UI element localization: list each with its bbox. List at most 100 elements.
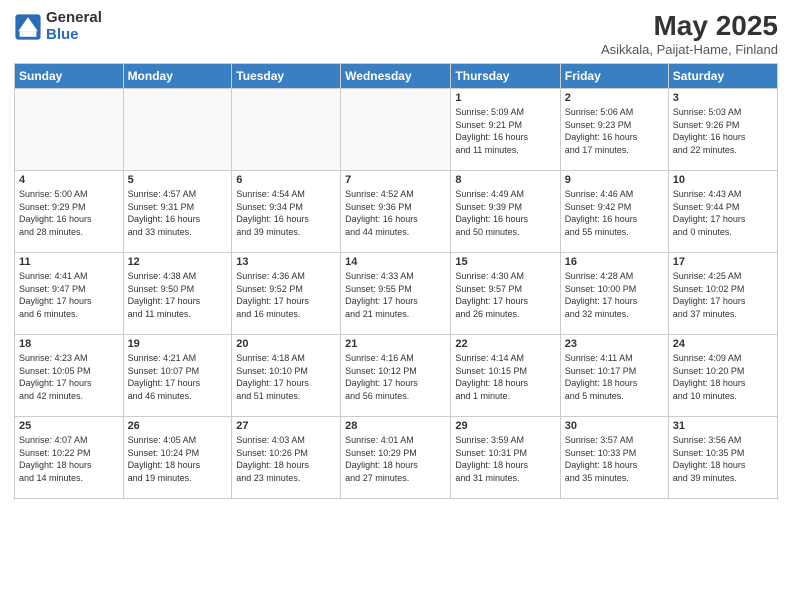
day-cell: 7 Sunrise: 4:52 AM Sunset: 9:36 PM Daylig…	[341, 171, 451, 253]
day-number: 21	[345, 338, 446, 350]
day-number: 10	[673, 174, 773, 186]
day-cell: 26Sunrise: 4:05 AM Sunset: 10:24 PM Dayl…	[123, 417, 232, 499]
header-row: Sunday Monday Tuesday Wednesday Thursday…	[15, 64, 778, 89]
day-cell: 31Sunrise: 3:56 AM Sunset: 10:35 PM Dayl…	[668, 417, 777, 499]
main-title: May 2025	[601, 10, 778, 42]
day-number: 14	[345, 256, 446, 268]
day-number: 28	[345, 420, 446, 432]
day-number: 18	[19, 338, 119, 350]
day-cell: 27 Sunrise: 4:03 AM Sunset: 10:26 PM Dayl…	[232, 417, 341, 499]
day-number: 1	[455, 92, 555, 104]
day-cell: 4 Sunrise: 5:00 AM Sunset: 9:29 PM Daylig…	[15, 171, 124, 253]
day-cell: 29Sunrise: 3:59 AM Sunset: 10:31 PM Dayl…	[451, 417, 560, 499]
day-cell	[232, 89, 341, 171]
calendar-header: Sunday Monday Tuesday Wednesday Thursday…	[15, 64, 778, 89]
day-info: Sunrise: 4:23 AM Sunset: 10:05 PM Daylig…	[19, 352, 119, 402]
day-info: Sunrise: 4:30 AM Sunset: 9:57 PM Dayligh…	[455, 270, 555, 320]
day-cell: 6Sunrise: 4:54 AM Sunset: 9:34 PM Daylig…	[232, 171, 341, 253]
day-number: 30	[565, 420, 664, 432]
day-info: Sunrise: 4:18 AM Sunset: 10:10 PM Daylig…	[236, 352, 336, 402]
week-row-1: 4 Sunrise: 5:00 AM Sunset: 9:29 PM Daylig…	[15, 171, 778, 253]
day-cell: 18 Sunrise: 4:23 AM Sunset: 10:05 PM Dayl…	[15, 335, 124, 417]
week-row-0: 1 Sunrise: 5:09 AM Sunset: 9:21 PM Daylig…	[15, 89, 778, 171]
day-number: 26	[128, 420, 228, 432]
day-number: 4	[19, 174, 119, 186]
day-cell: 14 Sunrise: 4:33 AM Sunset: 9:55 PM Dayli…	[341, 253, 451, 335]
day-cell: 28 Sunrise: 4:01 AM Sunset: 10:29 PM Dayl…	[341, 417, 451, 499]
day-info: Sunrise: 4:16 AM Sunset: 10:12 PM Daylig…	[345, 352, 446, 402]
day-cell: 30 Sunrise: 3:57 AM Sunset: 10:33 PM Dayl…	[560, 417, 668, 499]
day-cell: 11Sunrise: 4:41 AM Sunset: 9:47 PM Dayli…	[15, 253, 124, 335]
day-number: 5	[128, 174, 228, 186]
day-number: 22	[455, 338, 555, 350]
day-cell: 8 Sunrise: 4:49 AM Sunset: 9:39 PM Daylig…	[451, 171, 560, 253]
day-cell: 25Sunrise: 4:07 AM Sunset: 10:22 PM Dayl…	[15, 417, 124, 499]
calendar-body: 1 Sunrise: 5:09 AM Sunset: 9:21 PM Daylig…	[15, 89, 778, 499]
day-cell: 15 Sunrise: 4:30 AM Sunset: 9:57 PM Dayli…	[451, 253, 560, 335]
day-cell: 5 Sunrise: 4:57 AM Sunset: 9:31 PM Daylig…	[123, 171, 232, 253]
day-cell: 1 Sunrise: 5:09 AM Sunset: 9:21 PM Daylig…	[451, 89, 560, 171]
day-info: Sunrise: 4:46 AM Sunset: 9:42 PM Dayligh…	[565, 188, 664, 238]
day-cell: 24 Sunrise: 4:09 AM Sunset: 10:20 PM Dayl…	[668, 335, 777, 417]
day-number: 6	[236, 174, 336, 186]
day-number: 3	[673, 92, 773, 104]
week-row-3: 18 Sunrise: 4:23 AM Sunset: 10:05 PM Dayl…	[15, 335, 778, 417]
day-info: Sunrise: 4:09 AM Sunset: 10:20 PM Daylig…	[673, 352, 773, 402]
day-number: 13	[236, 256, 336, 268]
day-number: 27	[236, 420, 336, 432]
day-cell: 9 Sunrise: 4:46 AM Sunset: 9:42 PM Daylig…	[560, 171, 668, 253]
day-info: Sunrise: 4:57 AM Sunset: 9:31 PM Dayligh…	[128, 188, 228, 238]
col-monday: Monday	[123, 64, 232, 89]
day-number: 31	[673, 420, 773, 432]
title-block: May 2025 Asikkala, Paijat-Hame, Finland	[601, 10, 778, 57]
day-cell: 20 Sunrise: 4:18 AM Sunset: 10:10 PM Dayl…	[232, 335, 341, 417]
day-number: 16	[565, 256, 664, 268]
day-cell	[123, 89, 232, 171]
day-info: Sunrise: 4:11 AM Sunset: 10:17 PM Daylig…	[565, 352, 664, 402]
day-cell	[341, 89, 451, 171]
logo-text: General Blue	[46, 10, 102, 43]
day-number: 7	[345, 174, 446, 186]
page: General Blue May 2025 Asikkala, Paijat-H…	[0, 0, 792, 612]
day-cell: 12Sunrise: 4:38 AM Sunset: 9:50 PM Dayli…	[123, 253, 232, 335]
day-number: 2	[565, 92, 664, 104]
week-row-2: 11Sunrise: 4:41 AM Sunset: 9:47 PM Dayli…	[15, 253, 778, 335]
calendar-table: Sunday Monday Tuesday Wednesday Thursday…	[14, 63, 778, 499]
col-wednesday: Wednesday	[341, 64, 451, 89]
day-number: 12	[128, 256, 228, 268]
day-cell: 21 Sunrise: 4:16 AM Sunset: 10:12 PM Dayl…	[341, 335, 451, 417]
day-info: Sunrise: 5:00 AM Sunset: 9:29 PM Dayligh…	[19, 188, 119, 238]
day-info: Sunrise: 5:03 AM Sunset: 9:26 PM Dayligh…	[673, 106, 773, 156]
col-sunday: Sunday	[15, 64, 124, 89]
day-info: Sunrise: 4:03 AM Sunset: 10:26 PM Daylig…	[236, 434, 336, 484]
day-info: Sunrise: 4:14 AM Sunset: 10:15 PM Daylig…	[455, 352, 555, 402]
day-number: 20	[236, 338, 336, 350]
day-info: Sunrise: 4:43 AM Sunset: 9:44 PM Dayligh…	[673, 188, 773, 238]
day-info: Sunrise: 5:09 AM Sunset: 9:21 PM Dayligh…	[455, 106, 555, 156]
day-info: Sunrise: 4:28 AM Sunset: 10:00 PM Daylig…	[565, 270, 664, 320]
day-number: 24	[673, 338, 773, 350]
day-info: Sunrise: 5:06 AM Sunset: 9:23 PM Dayligh…	[565, 106, 664, 156]
week-row-4: 25Sunrise: 4:07 AM Sunset: 10:22 PM Dayl…	[15, 417, 778, 499]
day-info: Sunrise: 4:41 AM Sunset: 9:47 PM Dayligh…	[19, 270, 119, 320]
header: General Blue May 2025 Asikkala, Paijat-H…	[14, 10, 778, 57]
day-info: Sunrise: 4:07 AM Sunset: 10:22 PM Daylig…	[19, 434, 119, 484]
day-number: 9	[565, 174, 664, 186]
day-number: 15	[455, 256, 555, 268]
day-cell: 10 Sunrise: 4:43 AM Sunset: 9:44 PM Dayli…	[668, 171, 777, 253]
day-info: Sunrise: 4:01 AM Sunset: 10:29 PM Daylig…	[345, 434, 446, 484]
day-number: 29	[455, 420, 555, 432]
logo: General Blue	[14, 10, 102, 43]
col-tuesday: Tuesday	[232, 64, 341, 89]
day-info: Sunrise: 3:57 AM Sunset: 10:33 PM Daylig…	[565, 434, 664, 484]
day-info: Sunrise: 4:21 AM Sunset: 10:07 PM Daylig…	[128, 352, 228, 402]
col-friday: Friday	[560, 64, 668, 89]
col-thursday: Thursday	[451, 64, 560, 89]
day-cell: 17Sunrise: 4:25 AM Sunset: 10:02 PM Dayl…	[668, 253, 777, 335]
day-info: Sunrise: 4:49 AM Sunset: 9:39 PM Dayligh…	[455, 188, 555, 238]
day-info: Sunrise: 4:33 AM Sunset: 9:55 PM Dayligh…	[345, 270, 446, 320]
day-cell	[15, 89, 124, 171]
day-cell: 2 Sunrise: 5:06 AM Sunset: 9:23 PM Daylig…	[560, 89, 668, 171]
day-number: 8	[455, 174, 555, 186]
day-info: Sunrise: 4:52 AM Sunset: 9:36 PM Dayligh…	[345, 188, 446, 238]
